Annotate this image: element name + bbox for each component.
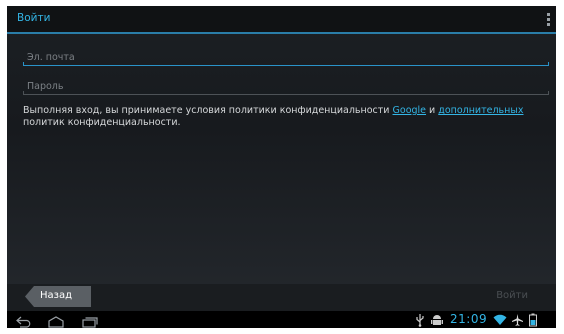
password-input[interactable] xyxy=(23,77,553,95)
wifi-icon xyxy=(493,312,507,331)
bottom-button-bar: Назад Войти xyxy=(7,284,556,311)
back-button-label: Назад xyxy=(40,290,73,301)
google-privacy-link[interactable]: Google xyxy=(393,105,427,116)
status-clock: 21:09 xyxy=(450,312,488,326)
terms-text-after: политик конфиденциальности. xyxy=(23,117,181,128)
signin-screen: Войти Выполняя вход, вы принимаете услов… xyxy=(7,6,556,311)
battery-icon xyxy=(529,312,537,331)
airplane-mode-icon xyxy=(511,312,524,331)
signin-button[interactable]: Войти xyxy=(496,290,528,301)
overflow-menu-icon[interactable] xyxy=(547,13,550,26)
terms-text-middle: и xyxy=(426,105,439,116)
system-navigation-bar: 21:09 xyxy=(7,311,556,328)
email-field[interactable] xyxy=(23,48,553,66)
android-debug-icon xyxy=(431,312,443,331)
terms-text-before: Выполняя вход, вы принимаете условия пол… xyxy=(23,105,393,116)
additional-policies-link[interactable]: дополнительных xyxy=(438,105,523,116)
password-underline xyxy=(23,91,549,95)
back-icon[interactable] xyxy=(15,313,33,332)
terms-text: Выполняя вход, вы принимаете условия пол… xyxy=(23,105,543,129)
usb-icon xyxy=(415,312,425,331)
home-icon[interactable] xyxy=(47,313,65,332)
email-input[interactable] xyxy=(23,48,553,66)
email-underline xyxy=(23,62,549,66)
action-bar: Войти xyxy=(7,6,556,34)
recent-apps-icon[interactable] xyxy=(81,313,99,332)
password-field[interactable] xyxy=(23,77,553,95)
page-title: Войти xyxy=(17,12,51,24)
back-button[interactable]: Назад xyxy=(25,286,91,307)
